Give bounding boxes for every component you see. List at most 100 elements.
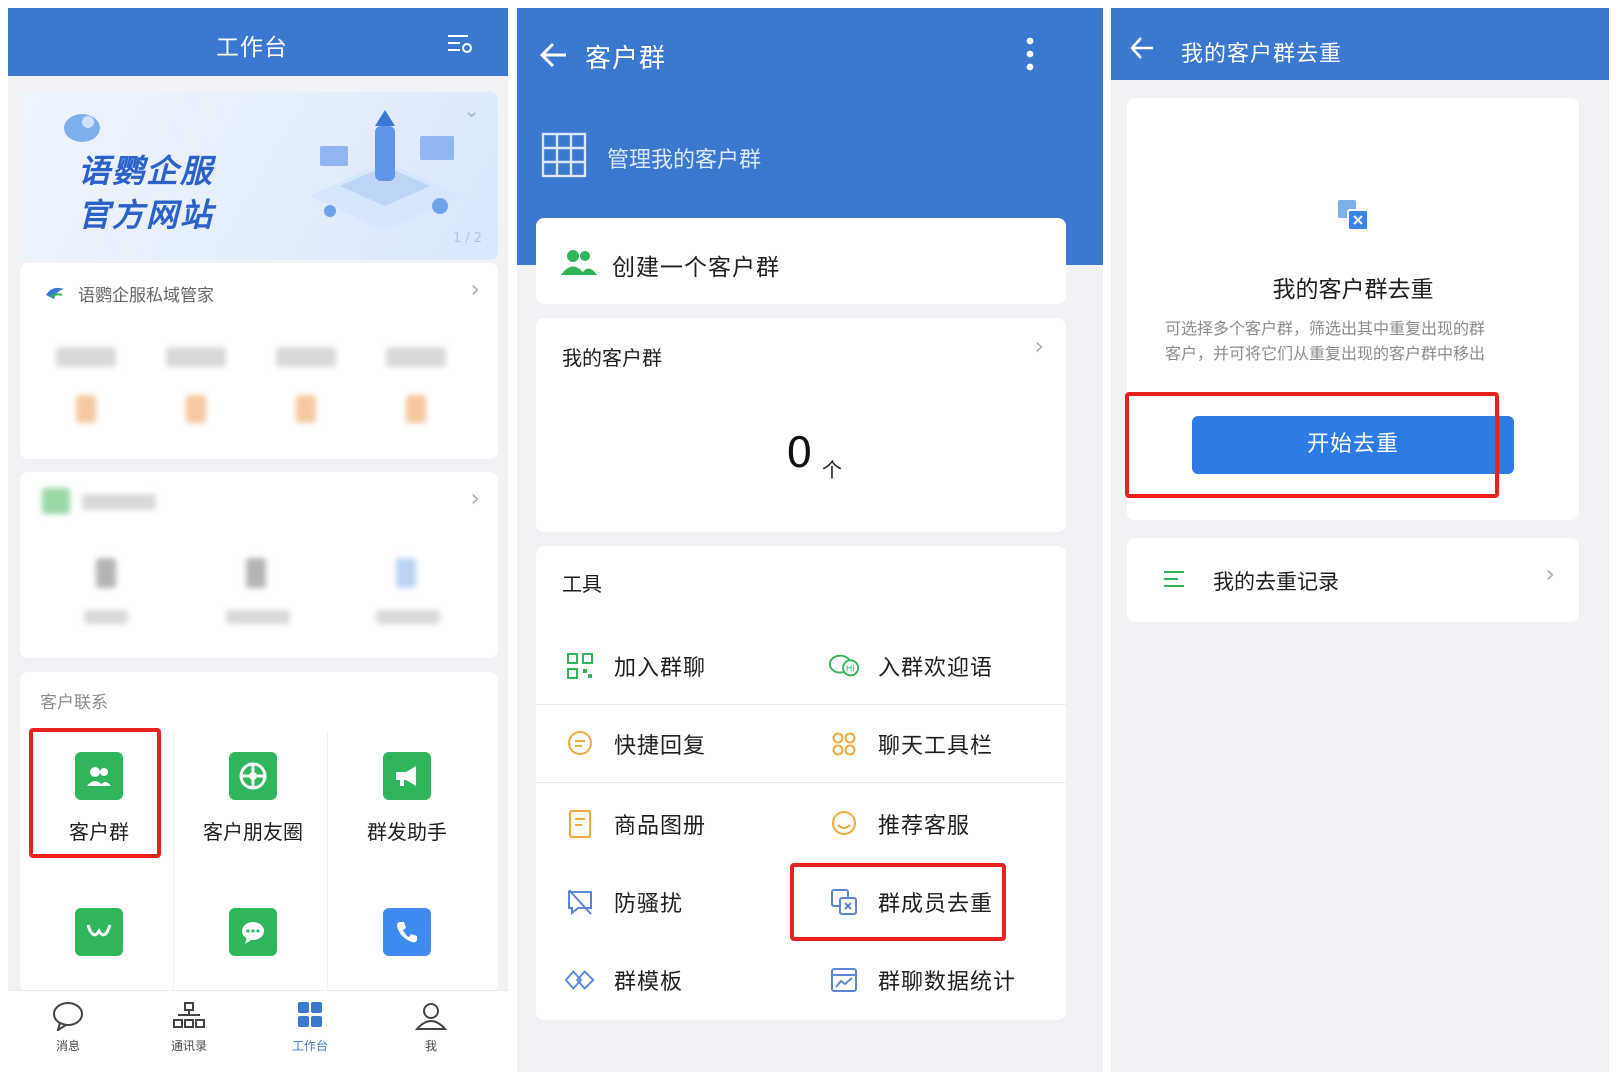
description-line1: 可选择多个客户群，筛选出其中重复出现的群 — [1165, 319, 1486, 338]
page-title: 客户群 — [585, 44, 667, 74]
dedupe-title: 我的客户群去重 — [1272, 277, 1434, 303]
tool-label: 群聊数据统计 — [878, 970, 1017, 995]
private-domain-title: 语鹦企服私域管家 — [78, 286, 214, 306]
create-label: 创建一个客户群 — [612, 255, 780, 281]
moments-icon — [229, 752, 277, 800]
chevron-right-icon: › — [1034, 332, 1044, 360]
workbench-icon — [298, 1002, 322, 1027]
tool-anti-harassment[interactable]: 防骚扰 — [564, 882, 683, 922]
dedupe-header: 我的客户群去重 — [1111, 8, 1609, 80]
welcome-chat-icon: Hi — [828, 650, 860, 682]
banner-pager: 1 / 2 — [452, 231, 482, 246]
template-icon — [564, 964, 596, 996]
highlight-start-button — [1125, 392, 1499, 498]
manage-my-groups[interactable]: 管理我的客户群 — [541, 132, 1061, 180]
tool-label: 加入群聊 — [614, 656, 707, 681]
svg-text:Hi: Hi — [846, 664, 855, 674]
people-icon — [561, 250, 597, 275]
tool-group-template[interactable]: 群模板 — [564, 960, 683, 1000]
profile-icon — [414, 1003, 448, 1030]
recommend-service-icon — [828, 808, 860, 840]
chat-bubble-icon[interactable] — [229, 908, 277, 956]
my-groups-card[interactable]: 我的客户群 › 0 个 — [536, 318, 1066, 532]
tool-label: 商品图册 — [614, 814, 707, 839]
dedupe-icon — [1338, 200, 1369, 231]
wechat-app-icon[interactable] — [75, 908, 123, 956]
page-title: 工作台 — [216, 35, 288, 61]
tile-broadcast-assistant[interactable]: 群发助手 — [328, 730, 486, 860]
dedupe-description: 可选择多个客户群，筛选出其中重复出现的群 客户，并可将它们从重复出现的客户群中移… — [1165, 316, 1545, 366]
my-groups-title: 我的客户群 — [562, 346, 662, 370]
tool-label: 推荐客服 — [878, 814, 971, 839]
tool-product-catalog[interactable]: 商品图册 — [564, 804, 706, 844]
tool-label: 快捷回复 — [614, 734, 707, 759]
back-arrow-icon[interactable] — [539, 42, 569, 68]
list-icon — [1164, 571, 1184, 587]
anti-harassment-icon — [564, 886, 596, 918]
banner-illustration — [310, 110, 460, 231]
tool-label: 入群欢迎语 — [878, 656, 994, 681]
quick-reply-icon — [564, 728, 596, 760]
manage-label: 管理我的客户群 — [607, 148, 762, 173]
tool-welcome-message[interactable]: Hi 入群欢迎语 — [828, 646, 993, 686]
highlight-customer-group — [29, 728, 161, 858]
tab-label: 工作台 — [291, 1039, 328, 1053]
tab-contacts[interactable]: 通讯录 — [149, 1001, 229, 1054]
blurred-card[interactable]: › — [20, 472, 498, 658]
toolbar-icon — [828, 728, 860, 760]
create-group-card[interactable]: 创建一个客户群 — [536, 218, 1066, 304]
contacts-icon — [173, 1002, 205, 1028]
phone-icon[interactable] — [383, 908, 431, 956]
group-count: 0 — [786, 428, 813, 477]
catalog-icon — [564, 808, 596, 840]
tab-label: 消息 — [55, 1039, 80, 1053]
stats-icon — [828, 964, 860, 996]
tool-join-chat[interactable]: 加入群聊 — [564, 646, 706, 686]
page-title: 我的客户群去重 — [1181, 42, 1343, 67]
chevron-right-icon: › — [1545, 560, 1555, 588]
private-domain-card[interactable]: 语鹦企服私域管家 › — [20, 263, 498, 459]
collapse-chevron-icon[interactable]: ⌄ — [463, 98, 480, 122]
mascot-icon — [64, 114, 100, 142]
more-options-icon[interactable] — [1024, 36, 1036, 72]
tab-label: 通讯录 — [170, 1039, 207, 1053]
promo-banner[interactable]: 语鹦企服 官方网站 ⌄ 1 / 2 — [20, 92, 498, 260]
settings-list-icon[interactable] — [446, 32, 474, 56]
description-line2: 客户，并可将它们从重复出现的客户群中移出 — [1165, 344, 1486, 363]
tile-customer-moments[interactable]: 客户朋友圈 — [174, 730, 332, 860]
tile-label: 客户朋友圈 — [203, 820, 303, 844]
dedupe-screen: 我的客户群去重 我的客户群去重 可选择多个客户群，筛选出其中重复出现的群 客户，… — [1111, 8, 1609, 1072]
tool-label: 防骚扰 — [614, 892, 684, 917]
tool-chat-stats[interactable]: 群聊数据统计 — [828, 960, 1016, 1000]
banner-title-line1: 语鹦企服 — [78, 152, 215, 190]
section-title: 客户联系 — [40, 693, 108, 713]
tool-quick-reply[interactable]: 快捷回复 — [564, 724, 706, 764]
workbench-screen: 工作台 语鹦企服 官方网站 ⌄ 1 / 2 语鹦企服私域管家 › › 客户联系 … — [8, 8, 508, 1072]
message-icon — [53, 1002, 83, 1033]
chevron-right-icon: › — [470, 484, 480, 512]
bottom-tab-bar: 消息 通讯录 工作台 我 — [8, 990, 508, 1072]
broadcast-icon — [383, 752, 431, 800]
tab-me[interactable]: 我 — [391, 1001, 471, 1054]
tile-label: 群发助手 — [367, 820, 447, 844]
tools-card: 工具 加入群聊 Hi 入群欢迎语 快捷回复 聊天工具栏 商品图册 推荐客服 防骚… — [536, 546, 1066, 1020]
back-arrow-icon[interactable] — [1129, 36, 1155, 60]
tool-label: 聊天工具栏 — [878, 734, 994, 759]
group-count-unit: 个 — [822, 458, 842, 482]
tool-chat-toolbar[interactable]: 聊天工具栏 — [828, 724, 993, 764]
highlight-member-dedupe — [790, 863, 1006, 941]
tab-workbench[interactable]: 工作台 — [270, 1001, 350, 1054]
tab-messages[interactable]: 消息 — [28, 1001, 108, 1054]
customer-group-screen: 客户群 管理我的客户群 创建一个客户群 我的客户群 › 0 个 工具 加入群聊 … — [517, 8, 1103, 1072]
records-label: 我的去重记录 — [1213, 570, 1339, 594]
tool-recommend-service[interactable]: 推荐客服 — [828, 804, 970, 844]
tab-label: 我 — [424, 1039, 437, 1053]
tool-label: 群模板 — [614, 970, 684, 995]
brand-bird-icon — [46, 287, 64, 299]
dedupe-records-row[interactable]: 我的去重记录 › — [1127, 538, 1579, 622]
workbench-header: 工作台 — [8, 8, 508, 76]
qr-code-icon — [564, 650, 596, 682]
tools-title: 工具 — [562, 572, 602, 596]
chevron-right-icon: › — [470, 275, 480, 303]
banner-title-line2: 官方网站 — [78, 196, 215, 234]
